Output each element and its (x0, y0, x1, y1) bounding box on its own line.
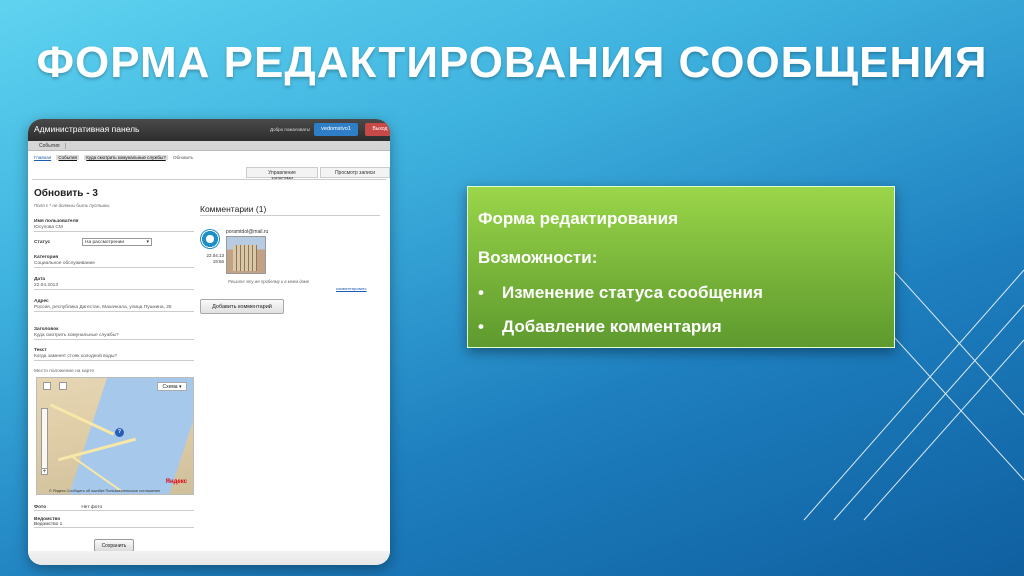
comment-author: poramtdol@mail.ru (226, 229, 269, 235)
field-category: Категория Социальное обслуживание (34, 255, 194, 268)
list-item-label: Изменение статуса сообщения (502, 283, 763, 302)
field-address-label: Адрес (34, 299, 49, 304)
breadcrumb-events[interactable]: События (56, 155, 79, 160)
location-map[interactable]: Схема ▾ + ? Яндекс © Яндекс Сообщить об … (36, 377, 194, 495)
form-title: Обновить - 3 (34, 188, 98, 199)
status-select-value: На рассмотрении (85, 240, 124, 245)
building-image (233, 245, 257, 271)
slide-title: ФОРМА РЕДАКТИРОВАНИЯ СООБЩЕНИЯ (36, 38, 988, 87)
field-photo-label: Фото (34, 505, 47, 510)
field-heading-value: Куда смотрить комунальные службы? (34, 333, 119, 338)
field-address: Адрес Россия, республика Дагестан, Махач… (34, 299, 194, 312)
breadcrumb-message[interactable]: Куда смотрить комунальные службы? (84, 155, 168, 160)
chevron-down-icon: ▾ (146, 239, 149, 245)
list-item-label: Добавление комментария (502, 317, 722, 336)
bullet-icon: • (478, 283, 484, 302)
divider (32, 179, 386, 180)
list-item: • Добавление комментария (478, 317, 763, 337)
field-text-value: Когда заменят стояк холодной воды? (34, 354, 118, 359)
comment-time: 19:56 (212, 259, 224, 264)
field-date: Дата 22.04.2013 (34, 277, 194, 290)
welcome-text: Добро пожаловать! (270, 127, 311, 132)
avatar (200, 229, 220, 249)
map-sea (68, 378, 193, 494)
field-date-value: 22.04.2013 (34, 283, 59, 288)
field-user: Имя пользователя Юсупова СМ (34, 219, 194, 232)
map-label: Место положение на карте (34, 369, 94, 374)
divider (200, 215, 380, 216)
admin-topbar: Административная панель Добро пожаловать… (28, 119, 390, 141)
horizontal-scrollbar[interactable] (28, 551, 390, 565)
menu-item-events[interactable]: События (34, 143, 66, 149)
features-heading: Форма редактирования (478, 209, 679, 228)
breadcrumb-home[interactable]: Главная (34, 155, 51, 160)
menu-bar: События (28, 141, 390, 151)
list-item: • Изменение статуса сообщения (478, 283, 763, 303)
field-text-label: Текст (34, 348, 47, 353)
map-hand-icon[interactable] (43, 382, 51, 390)
features-box: Форма редактирования Возможности: • Измен… (467, 186, 895, 348)
comment-reply-link[interactable]: комментировать (336, 286, 367, 291)
field-text: Текст Когда заменят стояк холодной воды? (34, 348, 194, 361)
admin-screenshot: Административная панель Добро пожаловать… (28, 119, 390, 565)
status-label: Статус (34, 240, 51, 245)
add-comment-button[interactable]: Добавить комментарий (200, 299, 284, 314)
field-heading-label: Заголовок (34, 327, 59, 332)
comment-photo[interactable] (226, 236, 266, 274)
field-category-value: Социальное обслуживание (34, 261, 95, 266)
field-user-value: Юсупова СМ (34, 225, 63, 230)
field-date-label: Дата (34, 277, 46, 282)
comments-title: Комментарии (1) (200, 204, 267, 214)
map-type-label: Схема (162, 384, 178, 390)
exit-button[interactable]: Выход (365, 123, 390, 136)
user-button[interactable]: vedomstvo1 (314, 123, 358, 136)
zoom-slider[interactable] (41, 408, 48, 472)
comment-text: Решите эту же пробелму и в моем доме (228, 279, 310, 284)
comment-datetime: 22.04.13 19:56 (204, 253, 224, 265)
field-category-label: Категория (34, 255, 59, 260)
zoom-in-button[interactable]: + (41, 468, 48, 475)
map-footer: © Яндекс Сообщить об ошибке Пользователь… (49, 489, 161, 493)
record-tabs: Управление записями Просмотр записи (244, 167, 390, 182)
tab-manage-records[interactable]: Управление записями (246, 167, 318, 182)
features-subheading: Возможности: (478, 248, 598, 267)
location-marker-icon[interactable]: ? (115, 428, 124, 437)
field-photo: Фото Нет фото (34, 505, 194, 511)
features-list: • Изменение статуса сообщения • Добавление… (478, 283, 763, 351)
form-note: Поля с * не должны быть пустыми. (34, 203, 111, 208)
field-user-label: Имя пользователя (34, 219, 79, 224)
tab-view-record[interactable]: Просмотр записи (320, 167, 390, 178)
admin-panel-title: Административная панель (34, 124, 140, 134)
field-department: Ведомство Ведомство 1 (34, 517, 194, 528)
breadcrumb-current: Обновить (173, 155, 194, 160)
map-brand-logo: Яндекс (165, 479, 187, 485)
bullet-icon: • (478, 317, 484, 336)
field-address-value: Россия, республика Дагестан, Махачкала, … (34, 305, 172, 310)
map-type-button[interactable]: Схема ▾ (157, 382, 187, 391)
field-heading: Заголовок Куда смотрить комунальные служ… (34, 327, 194, 340)
ruler-icon[interactable] (59, 382, 67, 390)
breadcrumb: Главная События Куда смотрить комунальны… (34, 155, 197, 160)
field-department-value: Ведомство 1 (34, 522, 63, 527)
status-select[interactable]: На рассмотрении ▾ (82, 238, 152, 246)
field-photo-value: Нет фото (81, 505, 103, 510)
